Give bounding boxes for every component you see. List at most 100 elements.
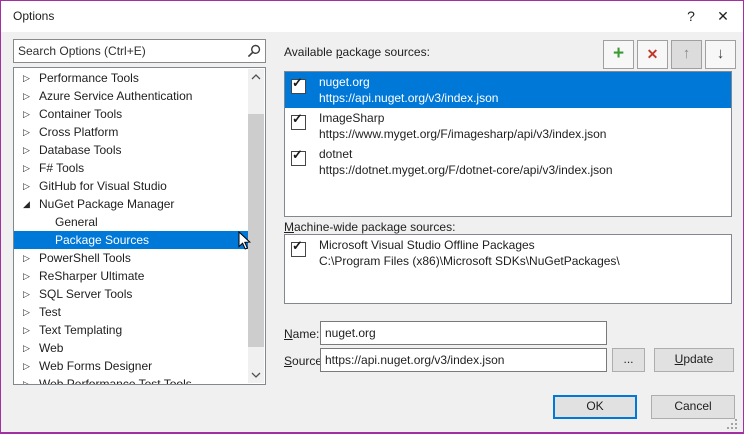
help-button[interactable]: ? <box>675 1 707 31</box>
update-button[interactable]: Update <box>654 348 734 372</box>
sidebar-item-performance-tools[interactable]: ▷ Performance Tools <box>14 69 248 87</box>
ok-button[interactable]: OK <box>553 395 637 419</box>
delete-x-icon: ✕ <box>647 46 659 62</box>
tree-expanded-icon[interactable]: ◢ <box>23 195 33 213</box>
sidebar-item-web-forms-designer[interactable]: ▷ Web Forms Designer <box>14 357 248 375</box>
sidebar-item-web[interactable]: ▷ Web <box>14 339 248 357</box>
sidebar-item-label: Package Sources <box>55 233 149 247</box>
package-source-name: dotnet <box>319 147 352 161</box>
package-source-item[interactable]: ✓ dotnet https://dotnet.myget.org/F/dotnet… <box>285 144 731 180</box>
tree-collapsed-icon[interactable]: ▷ <box>23 267 33 285</box>
available-sources-list: ✓ nuget.org https://api.nuget.org/v3/index… <box>284 71 732 217</box>
package-source-url: https://api.nuget.org/v3/index.json <box>319 91 498 105</box>
add-source-button[interactable]: + <box>603 40 634 69</box>
tree-scrollbar[interactable] <box>248 69 264 383</box>
window-title: Options <box>13 9 54 23</box>
close-icon: ✕ <box>717 8 729 24</box>
sidebar-item-package-sources[interactable]: Package Sources <box>14 231 248 249</box>
arrow-down-icon: ↓ <box>717 45 725 62</box>
options-tree: ▷ Performance Tools ▷ Azure Service Authent… <box>13 67 266 385</box>
browse-button[interactable]: ... <box>612 348 645 372</box>
checkmark-icon: ✓ <box>292 76 303 89</box>
resize-grip[interactable] <box>725 417 739 431</box>
enabled-checkbox[interactable]: ✓ <box>291 151 306 166</box>
tree-collapsed-icon[interactable]: ▷ <box>23 177 33 195</box>
tree-collapsed-icon[interactable]: ▷ <box>23 321 33 339</box>
move-down-button[interactable]: ↓ <box>705 40 736 69</box>
sidebar-item-github-for-visual-studio[interactable]: ▷ GitHub for Visual Studio <box>14 177 248 195</box>
sidebar-item-azure-service-authentication[interactable]: ▷ Azure Service Authentication <box>14 87 248 105</box>
tree-collapsed-icon[interactable]: ▷ <box>23 105 33 123</box>
sidebar-item-sql-server-tools[interactable]: ▷ SQL Server Tools <box>14 285 248 303</box>
sidebar-item-general[interactable]: General <box>14 213 248 231</box>
sidebar-item-powershell-tools[interactable]: ▷PowerShell Tools <box>14 249 248 267</box>
tree-collapsed-icon[interactable]: ▷ <box>23 141 33 159</box>
sidebar-item-f-tools[interactable]: ▷F# Tools <box>14 159 248 177</box>
tree-collapsed-icon[interactable]: ▷ <box>23 375 33 385</box>
tree-collapsed-icon[interactable]: ▷ <box>23 159 33 177</box>
package-source-name: nuget.org <box>319 75 370 89</box>
name-field[interactable] <box>320 321 607 345</box>
sidebar-item-label: Cross Platform <box>39 125 118 139</box>
tree-collapsed-icon[interactable]: ▷ <box>23 123 33 141</box>
scrollbar-thumb[interactable] <box>248 114 264 347</box>
available-sources-label: Available package sources: <box>284 45 430 59</box>
package-source-url: C:\Program Files (x86)\Microsoft SDKs\Nu… <box>319 254 620 268</box>
tree-collapsed-icon[interactable]: ▷ <box>23 339 33 357</box>
sidebar-item-label: General <box>55 215 98 229</box>
enabled-checkbox[interactable]: ✓ <box>291 79 306 94</box>
arrow-up-icon: ↑ <box>683 45 691 62</box>
sidebar-item-label: SQL Server Tools <box>39 287 132 301</box>
sidebar-item-container-tools[interactable]: ▷ Container Tools <box>14 105 248 123</box>
cancel-button[interactable]: Cancel <box>651 395 735 419</box>
enabled-checkbox[interactable]: ✓ <box>291 242 306 257</box>
sidebar-item-label: Performance Tools <box>39 71 139 85</box>
sidebar-item-label: Database Tools <box>39 143 122 157</box>
package-source-url: https://www.myget.org/F/imagesharp/api/v… <box>319 127 606 141</box>
package-source-item[interactable]: ✓ImageSharphttps://www.myget.org/F/image… <box>285 108 731 144</box>
sidebar-item-resharper-ultimate[interactable]: ▷ReSharper Ultimate <box>14 267 248 285</box>
search-box <box>13 39 266 63</box>
title-bar[interactable]: Options ? ✕ <box>1 1 743 32</box>
sidebar-item-test[interactable]: ▷ Test <box>14 303 248 321</box>
sidebar-item-label: Web <box>39 341 63 355</box>
tree-collapsed-icon[interactable]: ▷ <box>23 87 33 105</box>
sidebar-item-database-tools[interactable]: ▷ Database Tools <box>14 141 248 159</box>
sidebar-item-label: Web Performance Test Tools <box>39 377 192 385</box>
sidebar-item-label: Container Tools <box>39 107 122 121</box>
sidebar-item-label: GitHub for Visual Studio <box>39 179 167 193</box>
tree-collapsed-icon[interactable]: ▷ <box>23 69 33 87</box>
remove-source-button[interactable]: ✕ <box>637 40 668 69</box>
help-icon: ? <box>687 8 695 24</box>
checkmark-icon: ✓ <box>292 239 303 252</box>
name-label: Name: <box>284 327 319 341</box>
sidebar-item-text-templating[interactable]: ▷ Text Templating <box>14 321 248 339</box>
tree-collapsed-icon[interactable]: ▷ <box>23 357 33 375</box>
search-options-input[interactable] <box>14 40 250 62</box>
sidebar-item-label: Azure Service Authentication <box>39 89 192 103</box>
move-up-button: ↑ <box>671 40 702 69</box>
package-source-url: https://dotnet.myget.org/F/dotnet-core/a… <box>319 163 613 177</box>
search-icon <box>247 44 261 58</box>
package-source-item[interactable]: ✓ nuget.org https://api.nuget.org/v3/index… <box>285 72 731 108</box>
sidebar-item-nuget-package-manager[interactable]: ◢ NuGet Package Manager <box>14 195 248 213</box>
options-dialog-window: Options ? ✕ ▷ Performance Tools ▷ Azure Ser… <box>0 0 744 434</box>
package-source-name: Microsoft Visual Studio Offline Packages <box>319 238 535 252</box>
package-source-item[interactable]: ✓ Microsoft Visual Studio Offline Package… <box>285 235 731 271</box>
sidebar-item-label: Test <box>39 305 61 319</box>
tree-collapsed-icon[interactable]: ▷ <box>23 303 33 321</box>
scroll-up-icon[interactable] <box>248 69 264 85</box>
enabled-checkbox[interactable]: ✓ <box>291 115 306 130</box>
plus-icon: + <box>613 43 624 64</box>
sidebar-item-cross-platform[interactable]: ▷ Cross Platform <box>14 123 248 141</box>
scroll-down-icon[interactable] <box>248 367 264 383</box>
tree-collapsed-icon[interactable]: ▷ <box>23 285 33 303</box>
source-field[interactable] <box>320 348 607 372</box>
tree-collapsed-icon[interactable]: ▷ <box>23 249 33 267</box>
sidebar-item-label: Text Templating <box>39 323 122 337</box>
sidebar-item-web-performance-test-tools[interactable]: ▷ Web Performance Test Tools <box>14 375 248 385</box>
machine-wide-sources-label: Machine-wide package sources: <box>284 220 455 234</box>
close-button[interactable]: ✕ <box>707 1 739 31</box>
sidebar-item-label: Web Forms Designer <box>39 359 152 373</box>
sidebar-item-label: NuGet Package Manager <box>39 197 174 211</box>
